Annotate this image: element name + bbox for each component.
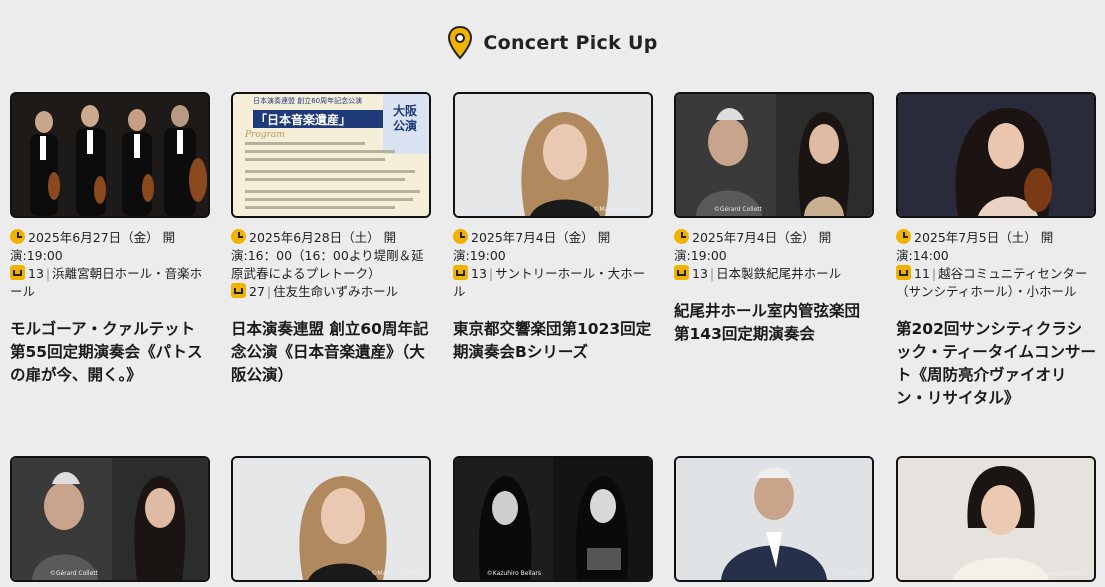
concert-card[interactable]: 日本演奏連盟 創立60周年記念公演 「日本音楽遺産」 大阪公演 Program … xyxy=(231,92,431,387)
concert-date: 2025年7月4日（金） 開演:19:00 xyxy=(453,230,611,263)
duo-photo xyxy=(676,94,872,216)
concert-date: 2025年7月5日（土） 開演:14:00 xyxy=(896,230,1054,263)
concert-card[interactable]: ©Gérard Collett xyxy=(10,456,210,582)
poster-main-title: 「日本音楽遺産」 xyxy=(255,113,352,127)
concert-card[interactable]: ©K.Miura xyxy=(674,456,874,582)
map-pin-icon xyxy=(448,26,473,60)
section-title: Concert Pick Up xyxy=(483,32,658,54)
concert-thumbnail[interactable]: ©Mathias Bothor xyxy=(231,456,431,582)
section-header: Concert Pick Up xyxy=(0,26,1105,60)
concert-date: 2025年6月28日（土） 開演:16：00（16：00より堤剛＆延原武春による… xyxy=(231,230,424,281)
photo-credit: ©K.Miura xyxy=(837,570,866,577)
photo-credit: ©Mathias Bothor xyxy=(593,206,645,213)
concert-card[interactable]: ©Kazuhiro Bellars xyxy=(453,456,653,582)
concert-count: 13 xyxy=(28,266,44,281)
concert-date: 2025年6月27日（金） 開演:19:00 xyxy=(10,230,176,263)
clock-icon xyxy=(231,229,246,244)
concert-title[interactable]: 東京都交響楽団第1023回定期演奏会Bシリーズ xyxy=(453,318,653,364)
concert-thumbnail[interactable]: ©K.Miura xyxy=(674,456,874,582)
concert-thumbnail[interactable]: ©Kazuhiro Bellars xyxy=(453,456,653,582)
portrait-photo xyxy=(455,94,651,216)
concert-venue: 日本製鉄紀尾井ホール xyxy=(716,266,842,281)
concert-thumbnail[interactable]: ©Mathias Bothor xyxy=(453,92,653,218)
venue-icon xyxy=(453,265,468,280)
concert-meta: 2025年7月5日（土） 開演:14:00 11 | 越谷コミュニティセンター（サン… xyxy=(896,229,1088,299)
concert-count: 27 xyxy=(249,284,265,299)
concert-venue: 住友生命いずみホール xyxy=(273,284,399,299)
clock-icon xyxy=(453,229,468,244)
duo-photo xyxy=(12,458,208,580)
concert-meta: 2025年6月27日（金） 開演:19:00 13 | 浜離宮朝日ホール・音楽ホール xyxy=(10,229,203,299)
quartet-photo xyxy=(12,94,208,216)
concert-meta: 2025年7月4日（金） 開演:19:00 13 | 日本製鉄紀尾井ホール xyxy=(674,229,842,281)
concert-card[interactable]: 2025年7月5日（土） 開演:14:00 11 | 越谷コミュニティセンター（サン… xyxy=(896,92,1096,410)
photo-credit: ©Mathias Bothor xyxy=(371,570,423,577)
poster-program: Program xyxy=(245,130,285,140)
portrait-photo xyxy=(898,458,1094,580)
duo-bw-photo xyxy=(455,458,651,580)
poster-heading: 日本演奏連盟 創立60周年記念公演 xyxy=(253,97,363,105)
poster-badge: 大阪公演 xyxy=(393,104,418,133)
concert-card[interactable]: ©Gérard Collett 2025年7月4日（金） 開演:19:00 13… xyxy=(674,92,874,346)
concert-card[interactable]: ©Mathias Bothor xyxy=(231,456,431,582)
venue-icon xyxy=(10,265,25,280)
concert-title[interactable]: 日本演奏連盟 創立60周年記念公演《日本音楽遺産》（大阪公演） xyxy=(231,318,431,387)
violinist-photo xyxy=(898,94,1094,216)
clock-icon xyxy=(674,229,689,244)
concert-thumbnail[interactable] xyxy=(896,92,1096,218)
concert-thumbnail[interactable]: 日本演奏連盟 創立60周年記念公演 「日本音楽遺産」 大阪公演 Program xyxy=(231,92,431,218)
concert-title[interactable]: モルゴーア・クァルテット第55回定期演奏会《パトスの扉が今、開く。》 xyxy=(10,318,210,387)
venue-icon xyxy=(674,265,689,280)
photo-credit: ©Gérard Collett xyxy=(713,206,762,213)
concert-count: 13 xyxy=(471,266,487,281)
concert-count: 13 xyxy=(692,266,708,281)
clock-icon xyxy=(896,229,911,244)
concert-title[interactable]: 第202回サンシティクラシック・ティータイムコンサート《周防亮介ヴァイオリン・リ… xyxy=(896,318,1096,410)
venue-icon xyxy=(896,265,911,280)
concert-thumbnail[interactable]: ©Gérard Collett xyxy=(10,456,210,582)
venue-icon xyxy=(231,283,246,298)
concert-meta: 2025年6月28日（土） 開演:16：00（16：00より堤剛＆延原武春による… xyxy=(231,229,424,299)
conductor-photo xyxy=(676,458,872,580)
concert-title[interactable]: 紀尾井ホール室内管弦楽団第143回定期演奏会 xyxy=(674,300,874,346)
photo-credit: ©Gérard Collett xyxy=(49,570,98,577)
concert-card[interactable]: ©Fukumoto/MOC xyxy=(896,456,1096,582)
concert-thumbnail[interactable]: ©Fukumoto/MOC xyxy=(896,456,1096,582)
concert-thumbnail[interactable] xyxy=(10,92,210,218)
clock-icon xyxy=(10,229,25,244)
concert-meta: 2025年7月4日（金） 開演:19:00 13 | サントリーホール・大ホール xyxy=(453,229,646,299)
portrait-photo xyxy=(233,458,429,580)
photo-credit: ©Fukumoto/MOC xyxy=(1036,570,1088,577)
photo-credit: ©Kazuhiro Bellars xyxy=(486,570,541,577)
concert-card[interactable]: ©Mathias Bothor 2025年7月4日（金） 開演:19:00 13… xyxy=(453,92,653,364)
concert-date: 2025年7月4日（金） 開演:19:00 xyxy=(674,230,832,263)
concert-count: 11 xyxy=(914,266,930,281)
concert-card[interactable]: 2025年6月27日（金） 開演:19:00 13 | 浜離宮朝日ホール・音楽ホール… xyxy=(10,92,210,387)
concert-thumbnail[interactable]: ©Gérard Collett xyxy=(674,92,874,218)
